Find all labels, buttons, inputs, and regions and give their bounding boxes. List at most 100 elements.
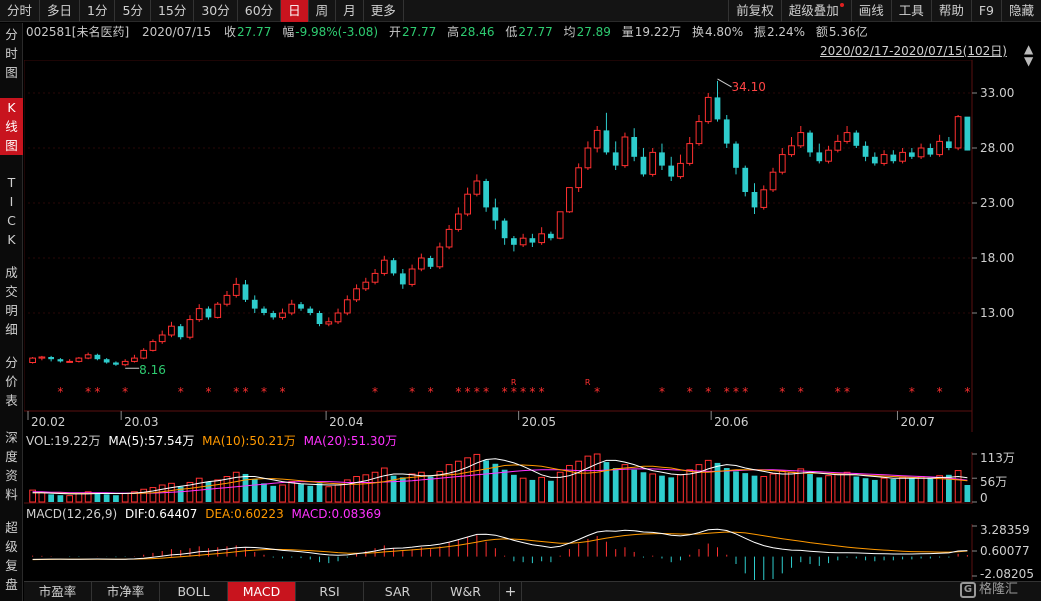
side-nav-char: 分 — [5, 27, 18, 42]
volume-chart[interactable]: 113万 56万 0 — [24, 452, 1041, 504]
candle-body-down — [640, 156, 647, 175]
volume-bar-down — [57, 495, 64, 502]
period-tab-9[interactable]: 月 — [336, 0, 364, 22]
macd-tick-label: -2.08205 — [980, 567, 1034, 580]
x-tick-label: 20.05 — [522, 415, 556, 429]
candle-body-down — [390, 260, 397, 274]
volume-bar-up — [584, 455, 592, 503]
toolbar-action-4[interactable]: 帮助 — [930, 0, 971, 22]
signal-star: * — [724, 385, 730, 399]
date-range[interactable]: 2020/02/17-2020/07/15(102日) — [820, 42, 1007, 59]
period-tab-4[interactable]: 15分 — [151, 0, 195, 22]
x-tick-label: 20.03 — [124, 415, 158, 429]
avg-label: 均 — [563, 25, 576, 39]
side-nav-char: 分 — [5, 355, 18, 370]
candle-body-up — [936, 140, 943, 156]
signal-star: * — [85, 385, 91, 399]
toolbar-actions: 前复权 超级叠加 画线 工具 帮助 F9 隐藏 — [728, 0, 1041, 22]
side-nav-item-5[interactable]: 深度资料 — [0, 428, 23, 504]
candle-body-down — [205, 308, 212, 318]
indicator-tab-3[interactable]: MACD — [228, 582, 296, 601]
side-nav-item-3[interactable]: 成交明细 — [0, 263, 23, 339]
candle-body-down — [251, 299, 258, 309]
indicator-tab-5[interactable]: SAR — [364, 582, 432, 601]
toolbar-action-5[interactable]: F9 — [970, 0, 1001, 22]
side-nav-item-0[interactable]: 分时图 — [0, 25, 23, 82]
side-nav-item-6[interactable]: 超级复盘 — [0, 518, 23, 594]
toolbar-action-1[interactable]: 超级叠加 — [780, 0, 851, 22]
toolbar-action-0[interactable]: 前复权 — [728, 0, 781, 22]
macd-chart[interactable]: 3.28359 0.60077 -2.08205 — [24, 524, 1041, 580]
toolbar-action-2[interactable]: 画线 — [850, 0, 891, 22]
toolbar-action-3[interactable]: 工具 — [890, 0, 931, 22]
volume-bar-up — [38, 492, 46, 503]
volume-bar-down — [862, 478, 869, 502]
period-tab-8[interactable]: 周 — [309, 0, 337, 22]
volume-bar-down — [298, 484, 304, 502]
period-tab-1[interactable]: 多日 — [40, 0, 81, 22]
add-tab-button[interactable]: + — [500, 582, 522, 601]
side-nav-item-1[interactable]: K线图 — [0, 98, 23, 155]
vol-label: 量 — [621, 25, 634, 39]
candle-body-down — [113, 362, 119, 365]
volume-bar-down — [427, 476, 434, 502]
candle-body-up — [445, 228, 453, 248]
indicator-tab-1[interactable]: 市净率 — [92, 582, 160, 601]
candle-body-up — [149, 341, 157, 351]
volume-bar-up — [917, 476, 925, 503]
volume-bar-up — [760, 476, 768, 503]
period-tab-6[interactable]: 60分 — [238, 0, 282, 22]
toolbar-action-6[interactable]: 隐藏 — [1000, 0, 1041, 22]
candle-body-up — [621, 136, 629, 167]
macd-legend: MACD(12,26,9) DIF:0.64407 DEA:0.60223 MA… — [26, 506, 381, 522]
candle-body-up — [788, 145, 795, 156]
candle-body-down — [548, 233, 554, 239]
period-tab-5[interactable]: 30分 — [194, 0, 238, 22]
kline-chart[interactable]: 33.00 28.00 23.00 18.00 13.00 20.02 20.03 20.04… — [24, 60, 1041, 432]
volume-bar-up — [325, 486, 333, 503]
signal-star: * — [798, 385, 804, 399]
indicator-tab-6[interactable]: W&R — [432, 582, 500, 601]
candle-body-down — [94, 354, 101, 360]
signal-star: * — [705, 385, 711, 399]
period-tab-3[interactable]: 5分 — [115, 0, 151, 22]
y-tick-label: 33.00 — [980, 86, 1014, 100]
macd-legend-macd: MACD:0.08369 — [291, 507, 382, 521]
period-tab-7[interactable]: 日 — [281, 0, 309, 22]
x-tick-label: 20.06 — [714, 415, 748, 429]
side-nav-char: 深 — [5, 430, 18, 445]
signal-star: * — [428, 385, 434, 399]
period-tab-10[interactable]: 更多 — [364, 0, 404, 22]
volume-bar-down — [483, 460, 489, 502]
period-tab-0[interactable]: 分时 — [0, 0, 41, 22]
signal-star: * — [455, 385, 461, 399]
side-nav-char: 度 — [5, 449, 18, 464]
volume-bar-up — [575, 460, 583, 503]
candle-body-up — [436, 246, 444, 268]
candle-body-up — [279, 312, 286, 318]
period-tab-2[interactable]: 1分 — [80, 0, 116, 22]
volume-bar-down — [908, 478, 915, 502]
volume-bar-up — [954, 470, 962, 503]
side-nav-char: 表 — [5, 393, 18, 408]
candle-body-down — [751, 192, 758, 208]
volume-bar-down — [742, 473, 749, 502]
candle-body-down — [890, 154, 897, 162]
side-nav-item-4[interactable]: 分价表 — [0, 353, 23, 410]
indicator-tab-2[interactable]: BOLL — [160, 582, 228, 601]
indicator-tab-0[interactable]: 市盈率 — [24, 582, 92, 601]
volume-bar-up — [825, 475, 832, 503]
signal-star: * — [659, 385, 665, 399]
vol-legend-vol: VOL:19.22万 — [26, 434, 101, 448]
vol-legend-ma20: MA(20):51.30万 — [303, 434, 398, 448]
turnover-value: 4.80% — [704, 25, 744, 39]
candle-body-down — [733, 143, 739, 168]
signal-star: * — [964, 385, 970, 399]
candle-body-up — [158, 334, 166, 343]
candle-body-up — [556, 211, 564, 239]
candle-body-up — [131, 357, 138, 362]
high-value: 28.46 — [460, 25, 495, 39]
indicator-tab-4[interactable]: RSI — [296, 582, 364, 601]
side-nav-item-2[interactable]: TICK — [0, 173, 23, 249]
candle-body-up — [288, 303, 296, 314]
